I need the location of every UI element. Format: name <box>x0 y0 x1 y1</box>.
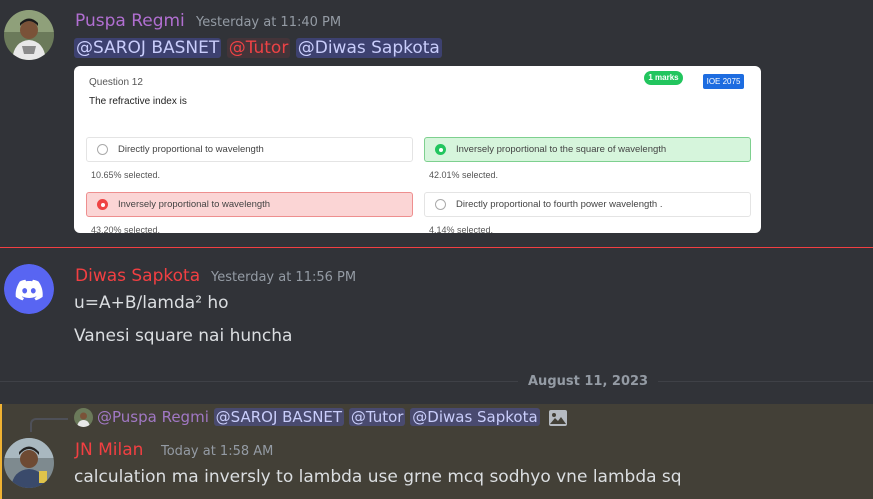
author-name[interactable]: Diwas Sapkota <box>75 266 200 286</box>
question-label: Question 12 <box>89 77 143 88</box>
mention-user[interactable]: @SAROJ BASNET <box>74 38 222 58</box>
reply-reference[interactable]: @Puspa Regmi @SAROJ BASNET @Tutor @Diwas… <box>74 408 568 430</box>
avatar-puspa-regmi[interactable] <box>4 10 54 60</box>
date-divider: August 11, 2023 <box>518 374 659 389</box>
quiz-option-correct: Inversely proportional to the square of … <box>424 137 751 162</box>
reply-spine <box>30 418 68 432</box>
mention-user[interactable]: @Diwas Sapkota <box>295 38 442 58</box>
author-name[interactable]: Puspa Regmi <box>75 11 185 31</box>
message-content: @SAROJ BASNET @Tutor @Diwas Sapkota <box>74 38 442 58</box>
avatar-diwas-sapkota[interactable] <box>4 264 54 314</box>
option-percent: 4.14% selected. <box>429 225 494 233</box>
option-label: Directly proportional to fourth power wa… <box>456 199 663 210</box>
message-content: Vanesi square nai huncha <box>74 326 293 346</box>
reply-avatar <box>74 408 93 427</box>
message-timestamp: Yesterday at 11:56 PM <box>211 270 357 285</box>
mention-role[interactable]: @Tutor <box>348 408 406 426</box>
option-percent: 42.01% selected. <box>429 170 499 180</box>
option-percent: 43.20% selected. <box>91 225 161 233</box>
marks-badge: 1 marks <box>644 71 683 85</box>
quiz-option: Directly proportional to fourth power wa… <box>424 192 751 217</box>
discord-logo-icon <box>4 264 54 314</box>
mention-user[interactable]: @Diwas Sapkota <box>410 408 540 426</box>
date-divider-line <box>0 381 873 382</box>
author-name[interactable]: JN Milan <box>75 440 143 460</box>
message-content: calculation ma inversly to lambda use gr… <box>74 467 682 487</box>
avatar-jn-milan[interactable] <box>4 438 54 488</box>
reply-author[interactable]: @Puspa Regmi <box>97 408 209 426</box>
quiz-option: Directly proportional to wavelength <box>86 137 413 162</box>
mention-user[interactable]: @SAROJ BASNET <box>213 408 345 426</box>
radio-icon <box>97 144 108 155</box>
message-timestamp: Today at 1:58 AM <box>161 444 274 459</box>
radio-checked-icon <box>97 199 108 210</box>
year-badge: IOE 2075 <box>703 74 744 89</box>
image-attachment[interactable]: Question 12 The refractive index is 1 ma… <box>74 66 761 233</box>
mention-highlight-bar <box>0 404 2 499</box>
message-content: u=A+B/lamda² ho <box>74 293 229 313</box>
question-text: The refractive index is <box>89 96 187 107</box>
option-label: Inversely proportional to the square of … <box>456 144 667 155</box>
option-label: Directly proportional to wavelength <box>118 144 264 155</box>
quiz-option-wrong: Inversely proportional to wavelength <box>86 192 413 217</box>
radio-icon <box>435 199 446 210</box>
mention-role[interactable]: @Tutor <box>226 38 291 58</box>
message-timestamp: Yesterday at 11:40 PM <box>196 15 342 30</box>
option-percent: 10.65% selected. <box>91 170 161 180</box>
image-icon <box>548 409 568 427</box>
option-label: Inversely proportional to wavelength <box>118 199 271 210</box>
radio-checked-icon <box>435 144 446 155</box>
new-messages-divider <box>0 247 873 248</box>
